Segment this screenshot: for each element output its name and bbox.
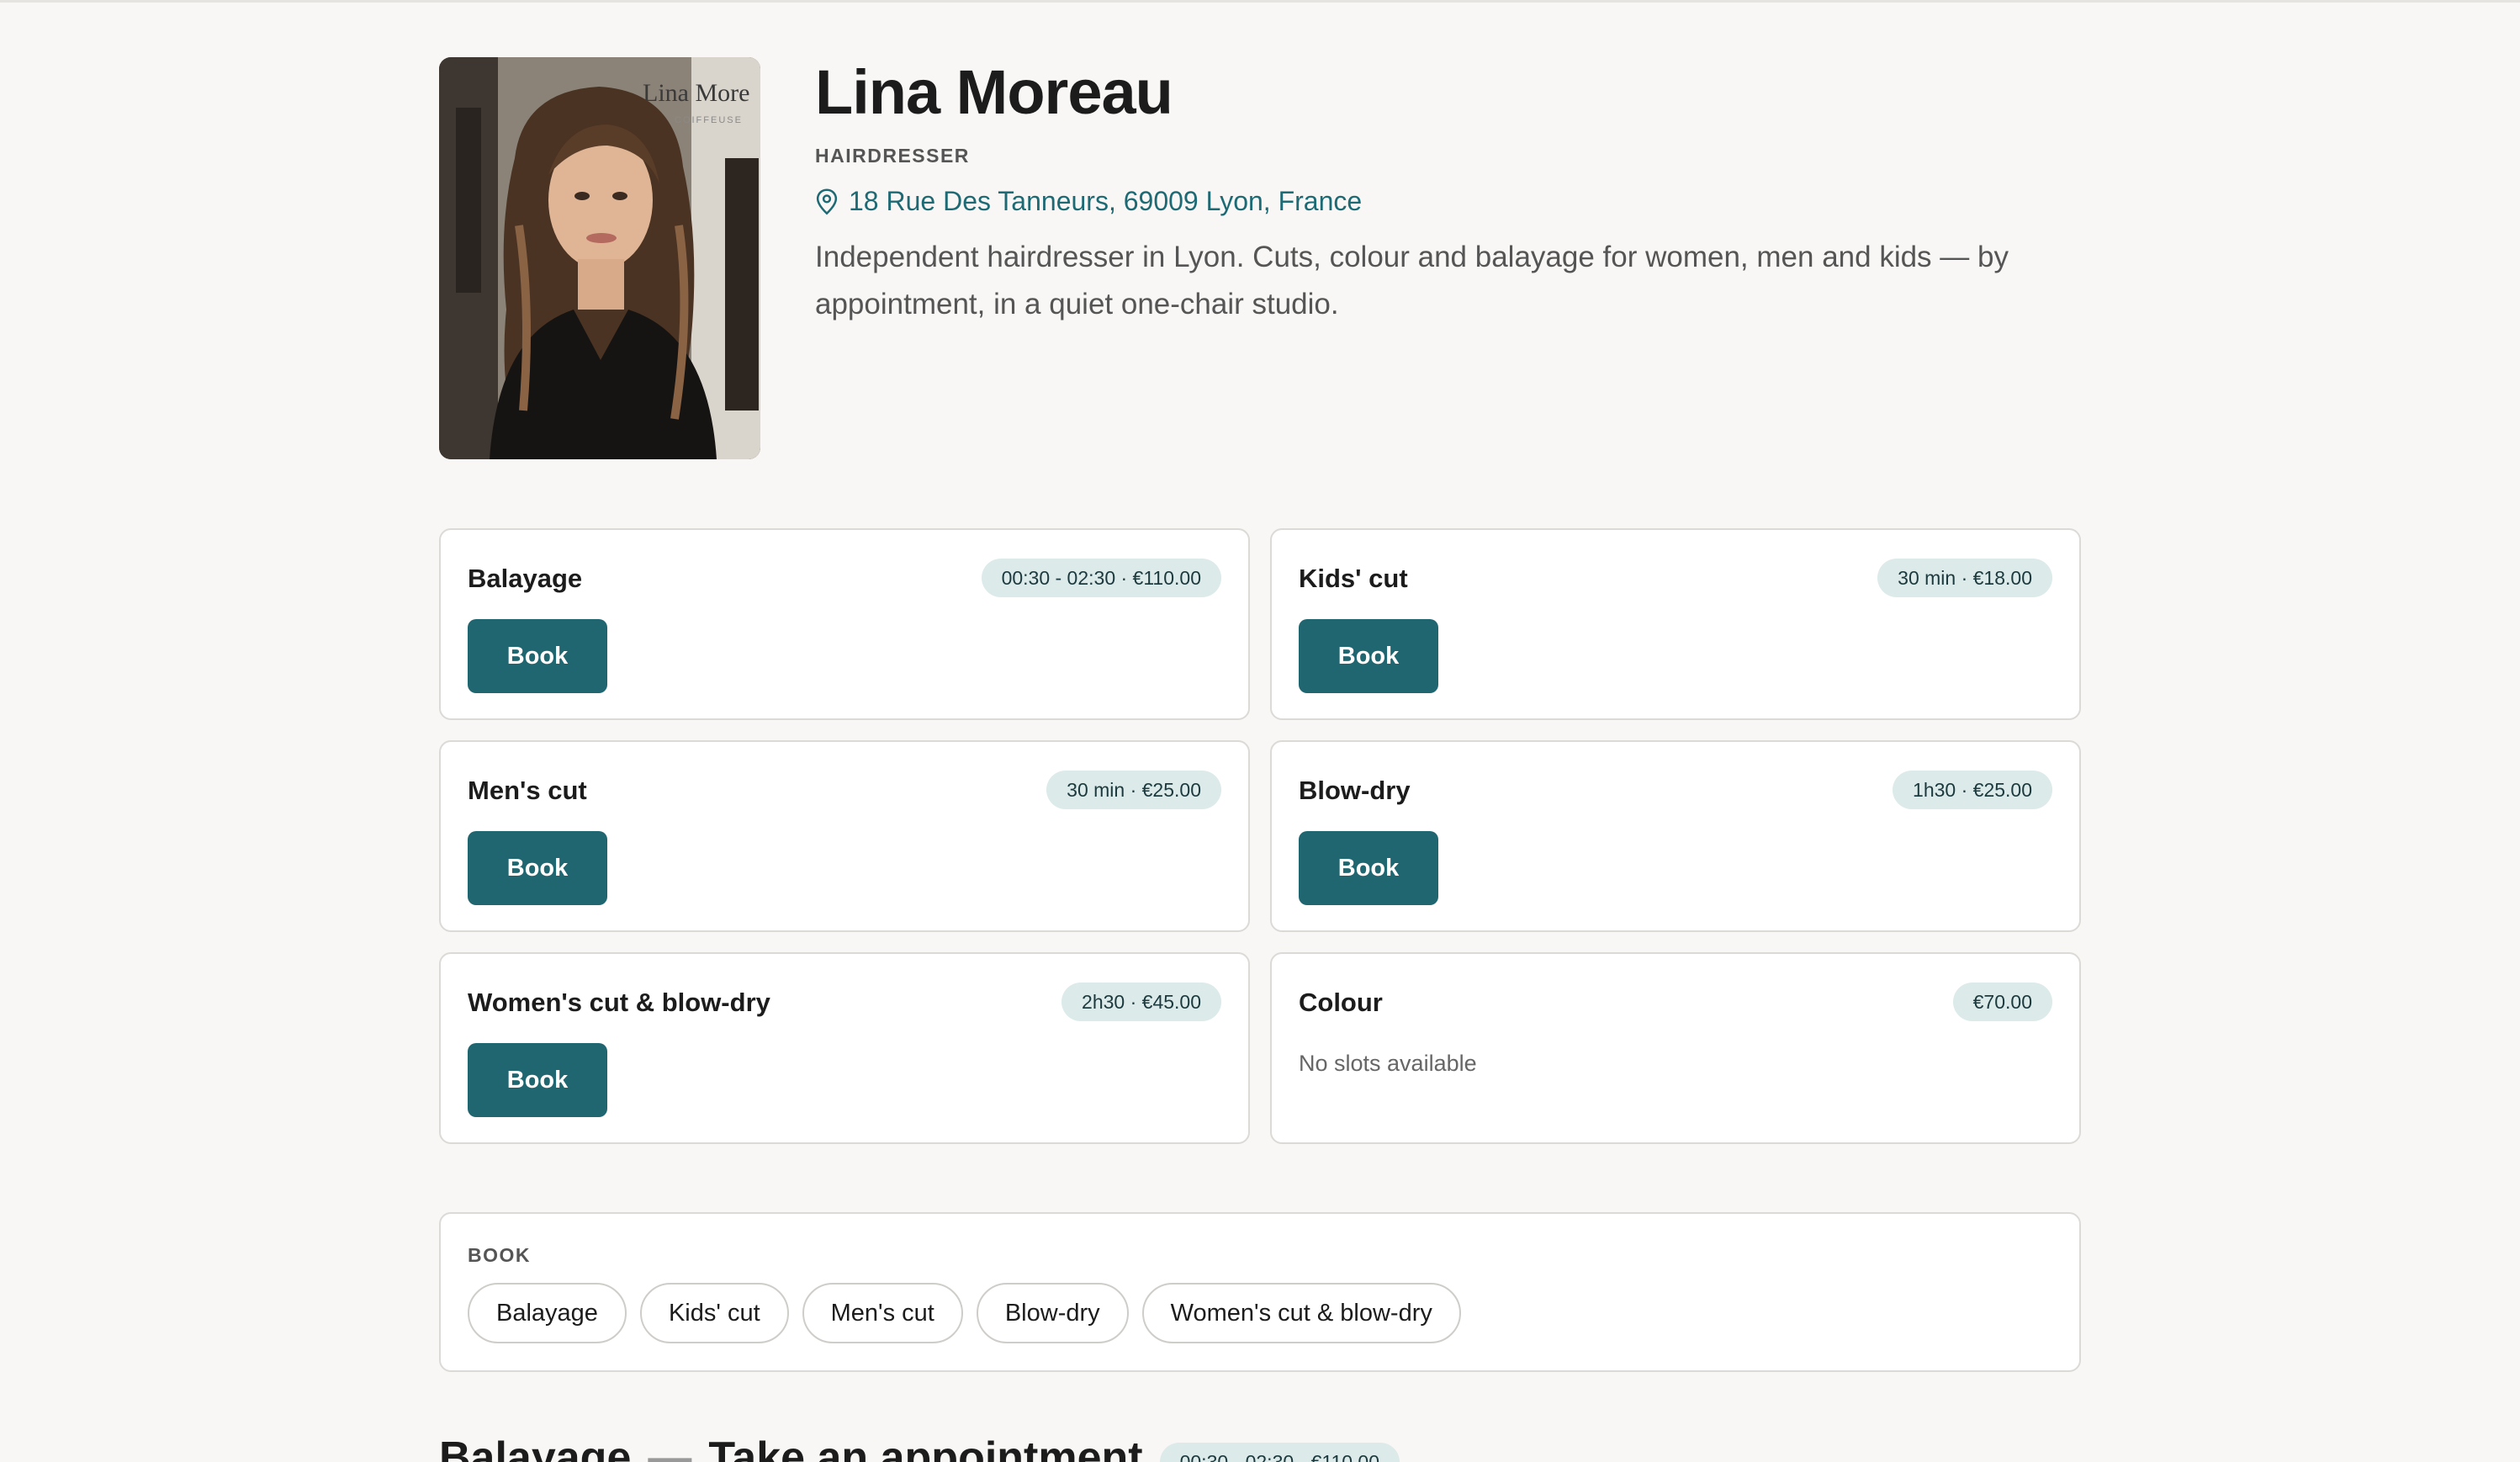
service-badge: 30 min · €25.00 [1046, 771, 1221, 809]
no-slots-message: No slots available [1299, 1051, 1477, 1076]
profile-photo: Lina More COIFFEUSE [439, 57, 760, 459]
book-button[interactable]: Book [1299, 831, 1438, 905]
service-title: Kids' cut [1299, 564, 1408, 593]
service-card-womens-cut-blow-dry: Women's cut & blow-dry 2h30 · €45.00 Boo… [439, 952, 1250, 1144]
service-title: Men's cut [468, 776, 587, 805]
service-title: Balayage [468, 564, 583, 593]
chip-mens-cut[interactable]: Men's cut [802, 1283, 963, 1343]
appointment-badge: 00:30 - 02:30 · €110.00 [1159, 1443, 1400, 1462]
service-card-mens-cut: Men's cut 30 min · €25.00 Book [439, 740, 1250, 932]
chip-balayage[interactable]: Balayage [468, 1283, 627, 1343]
service-card-balayage: Balayage 00:30 - 02:30 · €110.00 Book [439, 528, 1250, 720]
profile-role: HAIRDRESSER [815, 145, 970, 167]
profile-bio: Independent hairdresser in Lyon. Cuts, c… [815, 241, 2009, 320]
book-button[interactable]: Book [468, 1043, 607, 1117]
heading-separator: — [648, 1433, 692, 1462]
map-pin-icon [816, 188, 838, 215]
service-chips: Balayage Kids' cut Men's cut Blow-dry Wo… [468, 1283, 1461, 1343]
photo-sign-text: Lina More [643, 79, 749, 107]
service-card-kids-cut: Kids' cut 30 min · €18.00 Book [1270, 528, 2081, 720]
service-title: Blow-dry [1299, 776, 1411, 805]
profile-header: Lina More COIFFEUSE Lina Moreau HAIRDRES… [439, 57, 2081, 461]
chip-womens-cut-blow-dry[interactable]: Women's cut & blow-dry [1141, 1283, 1461, 1343]
book-panel-label: BOOK [468, 1244, 531, 1266]
address-text: 18 Rue Des Tanneurs, 69009 Lyon, France [849, 186, 1363, 216]
chip-kids-cut[interactable]: Kids' cut [639, 1283, 789, 1343]
service-card-colour: Colour €70.00 No slots available [1270, 952, 2081, 1144]
service-title: Women's cut & blow-dry [468, 988, 770, 1017]
service-badge: 2h30 · €45.00 [1061, 983, 1221, 1021]
page: Lina More COIFFEUSE Lina Moreau HAIRDRES… [0, 0, 2520, 1462]
book-panel: BOOK Balayage Kids' cut Men's cut Blow-d… [439, 1212, 2081, 1372]
appointment-service-name: Balayage [439, 1433, 632, 1462]
service-badge: 30 min · €18.00 [1877, 559, 2052, 597]
service-title: Colour [1299, 988, 1383, 1017]
service-badge: €70.00 [1952, 983, 2052, 1021]
chip-blow-dry[interactable]: Blow-dry [976, 1283, 1129, 1343]
book-button[interactable]: Book [1299, 619, 1438, 693]
profile-address[interactable]: 18 Rue Des Tanneurs, 69009 Lyon, France [815, 186, 2081, 217]
service-badge: 1h30 · €25.00 [1893, 771, 2052, 809]
profile-photo-illustration: Lina More COIFFEUSE [439, 57, 760, 459]
photo-sign-subtext: COIFFEUSE [675, 115, 743, 125]
book-button[interactable]: Book [468, 831, 607, 905]
service-badge: 00:30 - 02:30 · €110.00 [981, 559, 1221, 597]
profile-info: Lina Moreau HAIRDRESSER 18 Rue Des Tanne… [815, 57, 2081, 328]
appointment-heading: Balayage — Take an appointment 00:30 - 0… [439, 1433, 1400, 1462]
book-button[interactable]: Book [468, 619, 607, 693]
service-card-blow-dry: Blow-dry 1h30 · €25.00 Book [1270, 740, 2081, 932]
profile-name: Lina Moreau [815, 57, 1173, 127]
appointment-title: Take an appointment [708, 1433, 1143, 1462]
